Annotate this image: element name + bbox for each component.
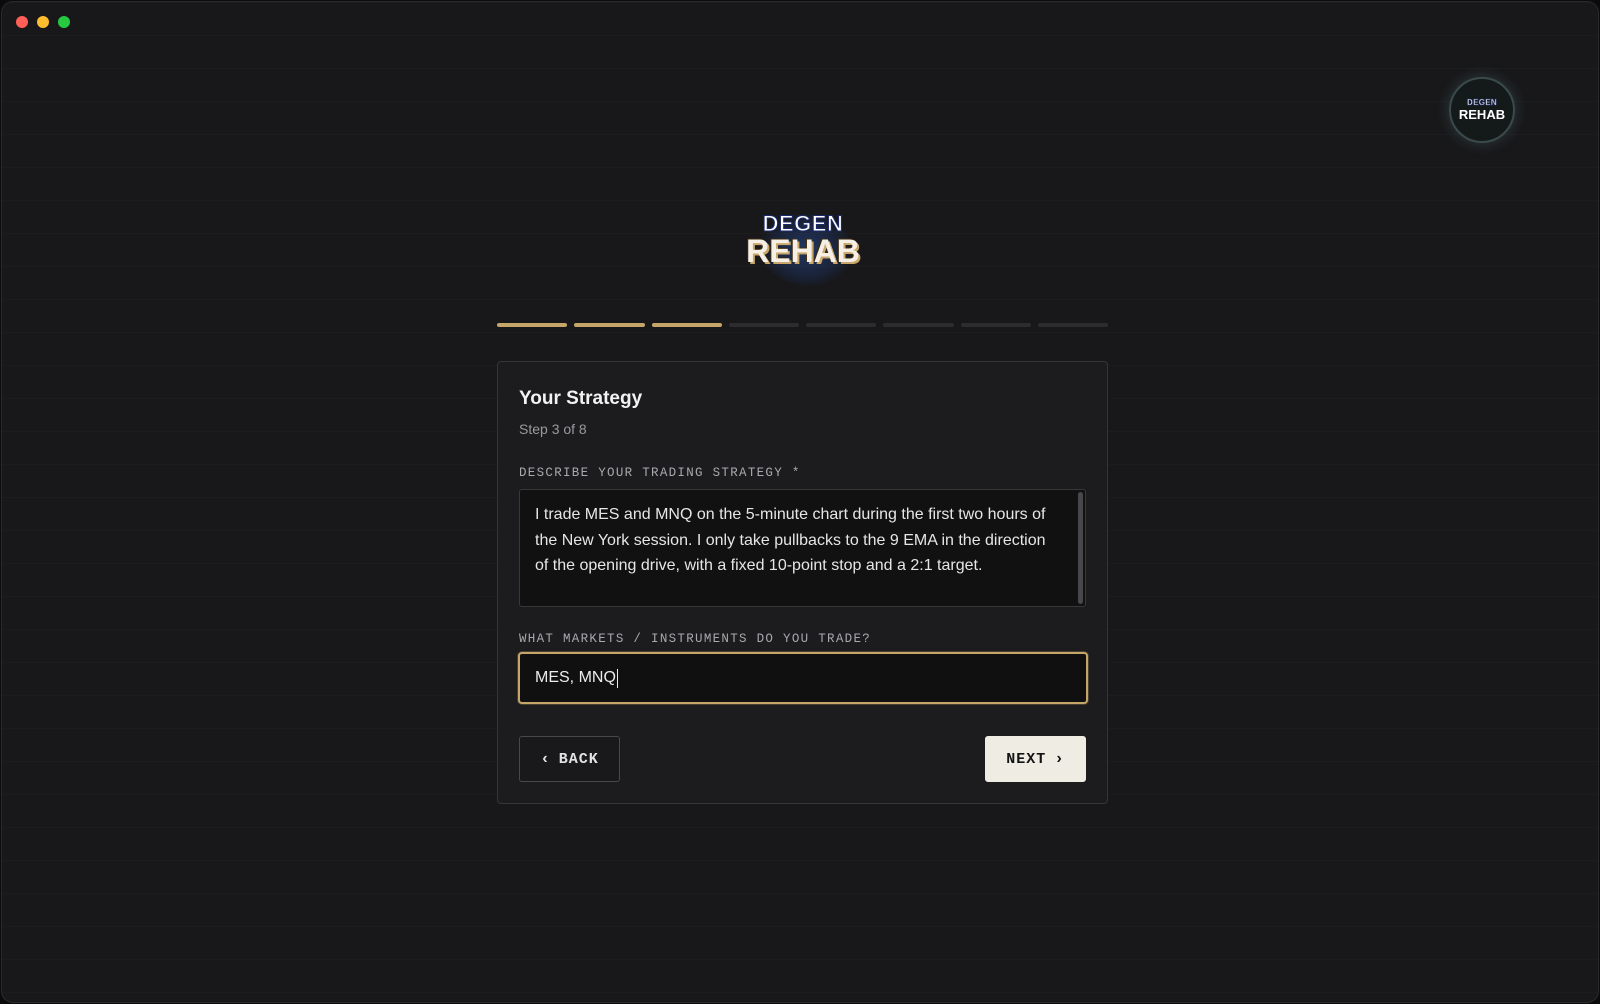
maximize-window-button[interactable]	[58, 16, 70, 28]
markets-label: WHAT MARKETS / INSTRUMENTS DO YOU TRADE?	[519, 632, 872, 646]
onboarding-card: Your Strategy Step 3 of 8 DESCRIBE YOUR …	[497, 361, 1108, 804]
textarea-scrollbar[interactable]	[1078, 492, 1083, 604]
text-caret	[616, 668, 618, 688]
avatar-logo-top: DEGEN	[1467, 98, 1497, 107]
page-title: Your Strategy	[519, 388, 643, 409]
markets-input[interactable]: MES, MNQ	[518, 652, 1088, 704]
close-window-button[interactable]	[16, 16, 28, 28]
logo-text-bottom: REHAB	[746, 233, 860, 269]
progress-segment	[497, 323, 568, 327]
window-controls	[16, 16, 70, 28]
progress-segment	[883, 323, 954, 327]
chevron-left-icon: ‹	[540, 750, 551, 768]
avatar-logo-bottom: REHAB	[1458, 107, 1506, 122]
next-button[interactable]: NEXT ›	[985, 736, 1086, 782]
back-button-label: BACK	[558, 750, 599, 768]
progress-segment	[651, 323, 722, 327]
app-window: DEGEN REHAB DEGEN REHAB Your Strategy St…	[1, 1, 1599, 1003]
strategy-label: DESCRIBE YOUR TRADING STRATEGY *	[519, 466, 801, 480]
progress-segment	[1037, 323, 1108, 327]
avatar[interactable]: DEGEN REHAB	[1449, 77, 1515, 143]
next-button-label: NEXT	[1006, 750, 1047, 768]
back-button[interactable]: ‹ BACK	[519, 736, 620, 782]
progress-segment	[806, 323, 877, 327]
progress-segment	[728, 323, 799, 327]
progress-segment	[574, 323, 645, 327]
minimize-window-button[interactable]	[37, 16, 49, 28]
progress-segment	[960, 323, 1031, 327]
strategy-text: I trade MES and MNQ on the 5-minute char…	[535, 506, 1046, 574]
chevron-right-icon: ›	[1054, 750, 1065, 768]
markets-input-value: MES, MNQ	[535, 669, 616, 686]
strategy-textarea[interactable]: I trade MES and MNQ on the 5-minute char…	[519, 489, 1086, 607]
step-progress-bar	[497, 323, 1108, 327]
brand-logo: DEGEN REHAB	[738, 211, 868, 288]
step-indicator: Step 3 of 8	[519, 421, 587, 437]
